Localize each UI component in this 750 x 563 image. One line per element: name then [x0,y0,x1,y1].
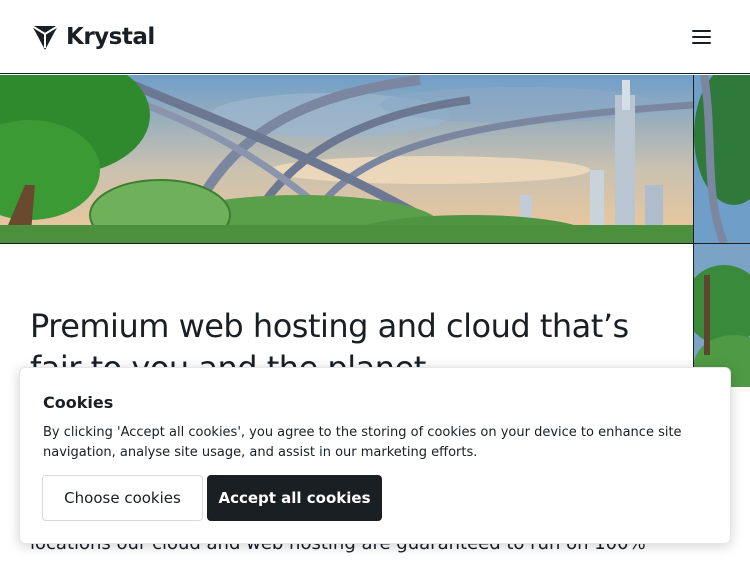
logo[interactable]: Krystal [30,22,155,52]
accept-all-cookies-button[interactable]: Accept all cookies [207,475,382,521]
side-illustration-art [694,75,750,387]
site-header: Krystal [0,0,750,74]
hero-illustration [0,75,693,244]
cookie-banner-title: Cookies [43,393,114,412]
hamburger-menu-button[interactable] [684,22,718,52]
cookie-banner-text: By clicking 'Accept all cookies', you ag… [43,425,682,460]
hamburger-menu-icon [691,30,711,32]
logo-text: Krystal [66,24,155,50]
side-illustration [693,75,750,387]
futuristic-city-illustration [0,75,693,243]
choose-cookies-button[interactable]: Choose cookies [42,475,203,521]
cookie-banner: Cookies By clicking 'Accept all cookies'… [19,367,731,544]
krystal-gem-icon [31,25,59,50]
